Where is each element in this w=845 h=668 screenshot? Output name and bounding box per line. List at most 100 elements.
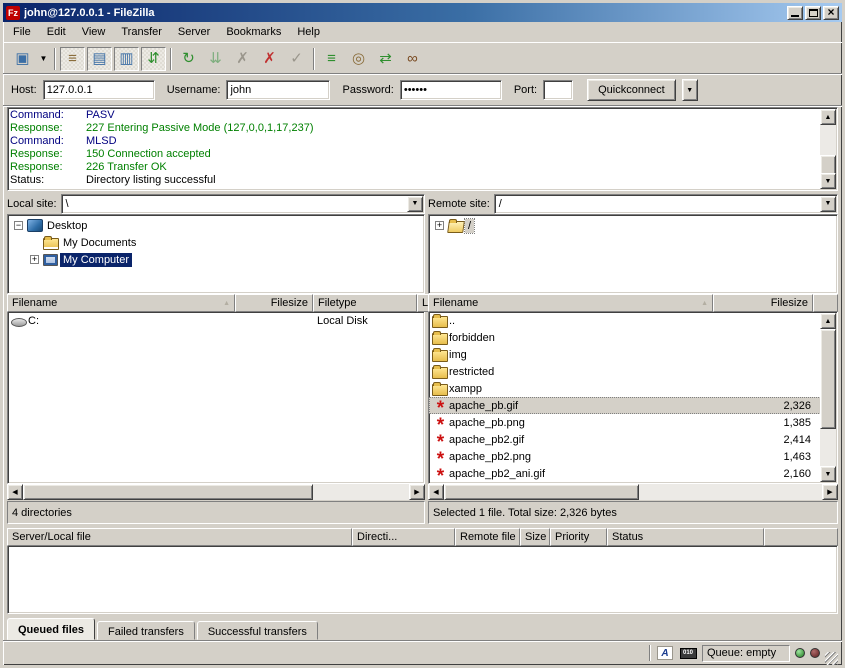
remote-hscroll-thumb[interactable] (444, 484, 639, 500)
synchronized-browsing-button[interactable]: ⇄ (373, 47, 398, 71)
log-scrollbar-thumb[interactable] (820, 155, 836, 175)
remote-list-header: FilenameFilesize (428, 294, 838, 312)
toggle-transfer-queue-button[interactable]: ⇵ (141, 47, 166, 71)
remote-pane: Remote site: / ▼ / FilenameFilesize .. (428, 193, 838, 524)
local-horizontal-scrollbar[interactable]: ◀ ▶ (7, 484, 425, 500)
local-column-filetype[interactable]: Filetype (313, 294, 417, 312)
folder-icon (432, 348, 449, 362)
remote-file-row[interactable]: img (429, 346, 821, 363)
host-input[interactable]: 127.0.0.1 (43, 80, 155, 100)
resize-grip[interactable] (825, 652, 838, 665)
filter-button[interactable]: ≡ (319, 47, 344, 71)
log-line: Command: MLSD (10, 135, 835, 148)
queue-column-size[interactable]: Size (520, 528, 550, 546)
queue-column-priority[interactable]: Priority (550, 528, 607, 546)
scroll-down-icon[interactable]: ▼ (820, 173, 836, 189)
directory-comparison-button[interactable]: ◎ (346, 47, 371, 71)
remote-file-row[interactable]: apache_pb2_ani.gif 2,160 (429, 465, 821, 482)
remote-file-row[interactable]: apache_pb.png 1,385 (429, 414, 821, 431)
scroll-left-icon[interactable]: ◀ (7, 484, 23, 500)
queue-column-direction[interactable]: Directi... (352, 528, 455, 546)
local-site-combo[interactable]: \ ▼ (61, 194, 425, 214)
binary-transfer-type-icon[interactable]: 010 (679, 646, 697, 661)
remote-site-combo[interactable]: / ▼ (494, 194, 838, 214)
tree-expander-icon[interactable] (30, 255, 39, 264)
scroll-left-icon[interactable]: ◀ (428, 484, 444, 500)
remote-column-filesize[interactable]: Filesize (713, 294, 813, 312)
log-scrollbar[interactable]: ▲ ▼ (820, 109, 836, 189)
log-line: Status: Directory listing successful (10, 174, 835, 187)
close-button[interactable]: × (823, 6, 839, 20)
remote-horizontal-scrollbar[interactable]: ◀ ▶ (428, 484, 838, 500)
process-queue-button[interactable]: ⇊ (203, 47, 228, 71)
tree-item-my-documents[interactable]: My Documents (10, 234, 422, 251)
username-input[interactable]: john (226, 80, 330, 100)
reconnect-button[interactable]: ✓ (284, 47, 309, 71)
queue-column-status[interactable]: Status (607, 528, 764, 546)
quickconnect-dropdown-button[interactable]: ▼ (682, 79, 698, 101)
scroll-right-icon[interactable]: ▶ (409, 484, 425, 500)
tab-failed-transfers[interactable]: Failed transfers (97, 621, 195, 640)
minimize-button[interactable] (787, 6, 803, 20)
tree-expander-icon[interactable] (14, 221, 23, 230)
tree-expander-icon[interactable] (435, 221, 444, 230)
menu-edit[interactable]: Edit (39, 23, 74, 41)
password-input[interactable]: •••••• (400, 80, 502, 100)
remote-file-row[interactable]: .. (429, 312, 821, 329)
quickconnect-button[interactable]: Quickconnect (587, 79, 676, 101)
remote-vscroll-thumb[interactable] (820, 329, 836, 429)
username-label: Username: (167, 84, 221, 96)
menu-server[interactable]: Server (170, 23, 218, 41)
tab-successful-transfers[interactable]: Successful transfers (197, 621, 318, 640)
port-input[interactable] (543, 80, 573, 100)
scroll-up-icon[interactable]: ▲ (820, 313, 836, 329)
menu-file[interactable]: File (5, 23, 39, 41)
maximize-button[interactable] (805, 6, 821, 20)
status-bar: A 010 Queue: empty (3, 640, 842, 665)
scroll-down-icon[interactable]: ▼ (820, 466, 836, 482)
scroll-up-icon[interactable]: ▲ (820, 109, 836, 125)
remote-file-row[interactable]: apache_pb2.png 1,463 (429, 448, 821, 465)
image-icon (432, 433, 449, 447)
local-column-filesize[interactable]: Filesize (235, 294, 313, 312)
local-file-row[interactable]: C: Local Disk (8, 312, 424, 329)
toggle-local-tree-button[interactable]: ▤ (87, 47, 112, 71)
site-manager-button[interactable]: ▣ (10, 47, 35, 71)
folder-docs-icon (43, 236, 60, 250)
title-bar[interactable]: Fz john@127.0.0.1 - FileZilla × (3, 3, 842, 22)
chevron-down-icon[interactable]: ▼ (407, 196, 423, 212)
menu-transfer[interactable]: Transfer (113, 23, 170, 41)
remote-file-row[interactable]: apache_pb2.gif 2,414 (429, 431, 821, 448)
remote-file-row[interactable]: forbidden (429, 329, 821, 346)
queue-column-remote-file[interactable]: Remote file (455, 528, 520, 546)
ascii-transfer-type-icon[interactable]: A (656, 646, 674, 661)
remote-file-row[interactable]: apache_pb.gif 2,326 (429, 397, 821, 414)
site-manager-dropdown-button[interactable]: ▼ (37, 47, 50, 71)
toggle-remote-tree-button[interactable]: ▥ (114, 47, 139, 71)
tree-item-my-computer[interactable]: My Computer (10, 251, 422, 268)
local-column-filename[interactable]: Filename (7, 294, 235, 312)
refresh-button[interactable]: ↻ (176, 47, 201, 71)
chevron-down-icon[interactable]: ▼ (820, 196, 836, 212)
remote-file-row[interactable]: xampp (429, 380, 821, 397)
tree-item-root[interactable]: / (431, 217, 835, 234)
toolbar: ▣▼≡▤▥⇵↻⇊✗✗✓≡◎⇄∞ (3, 44, 842, 74)
cancel-button[interactable]: ✗ (230, 47, 255, 71)
disconnect-button[interactable]: ✗ (257, 47, 282, 71)
remote-vertical-scrollbar[interactable]: ▲ ▼ (820, 313, 836, 482)
remote-column-filename[interactable]: Filename (428, 294, 713, 312)
menu-help[interactable]: Help (289, 23, 328, 41)
scroll-right-icon[interactable]: ▶ (822, 484, 838, 500)
tree-item-desktop[interactable]: Desktop (10, 217, 422, 234)
queue-column-server-local-file[interactable]: Server/Local file (7, 528, 352, 546)
tab-queued-files[interactable]: Queued files (7, 618, 95, 640)
local-hscroll-thumb[interactable] (23, 484, 313, 500)
remote-site-label: Remote site: (428, 198, 490, 210)
menu-view[interactable]: View (74, 23, 114, 41)
find-files-button[interactable]: ∞ (400, 47, 425, 71)
toggle-message-log-button[interactable]: ≡ (60, 47, 85, 71)
computer-icon (43, 253, 60, 267)
receive-activity-led-icon (810, 648, 820, 658)
remote-file-row[interactable]: restricted (429, 363, 821, 380)
menu-bookmarks[interactable]: Bookmarks (218, 23, 289, 41)
